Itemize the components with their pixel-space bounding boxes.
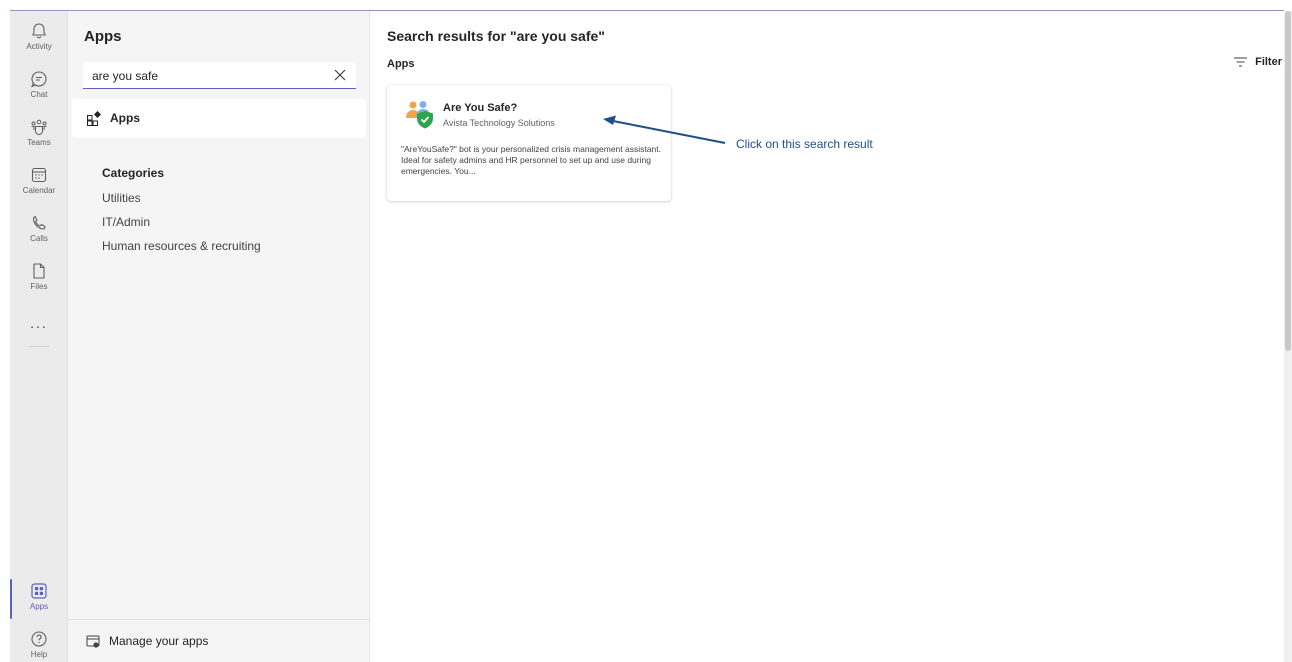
rail-label-files: Files: [30, 282, 48, 291]
rail-item-chat[interactable]: Chat: [10, 65, 68, 111]
manage-apps-icon: [86, 635, 100, 648]
category-human-resources[interactable]: Human resources & recruiting: [102, 239, 261, 253]
file-icon: [33, 263, 45, 279]
rail-label-help: Help: [30, 650, 48, 659]
rail-label-calls: Calls: [30, 234, 48, 243]
apps-add-icon: [87, 111, 102, 126]
more-apps-icon[interactable]: ...: [10, 315, 68, 331]
rail-item-help[interactable]: Help: [10, 625, 68, 662]
annotation-text: Click on this search result: [736, 137, 873, 151]
rail-item-calendar[interactable]: Calendar: [10, 161, 68, 207]
are-you-safe-app-icon: [406, 101, 433, 129]
filter-label: Filter: [1255, 56, 1282, 68]
teams-icon: [31, 119, 47, 135]
results-section-label: Apps: [387, 58, 415, 70]
panel-title: Apps: [84, 28, 122, 45]
manage-apps-button[interactable]: Manage your apps: [68, 619, 370, 662]
search-input[interactable]: [92, 67, 322, 84]
app-description: "AreYouSafe?" bot is your personalized c…: [401, 144, 661, 176]
phone-icon: [32, 215, 46, 230]
apps-nav-item[interactable]: Apps: [72, 99, 366, 138]
rail-label-teams: Teams: [27, 138, 51, 147]
manage-apps-label: Manage your apps: [109, 634, 209, 648]
bell-icon: [32, 23, 46, 39]
app-publisher: Avista Technology Solutions: [443, 118, 555, 128]
rail-item-apps[interactable]: Apps: [10, 577, 68, 623]
calendar-icon: [31, 167, 47, 183]
categories-heading: Categories: [102, 166, 165, 180]
apps-grid-icon: [31, 583, 47, 599]
rail-item-teams[interactable]: Teams: [10, 113, 68, 159]
results-title: Search results for "are you safe": [387, 28, 605, 44]
rail-label-activity: Activity: [26, 42, 52, 51]
close-icon[interactable]: [332, 67, 348, 83]
chat-icon: [31, 71, 47, 88]
search-box: [83, 62, 356, 89]
apps-side-panel: Apps Apps Categories Utilities IT/Admin …: [68, 11, 370, 662]
rail-label-apps: Apps: [29, 602, 49, 611]
search-results-area: Search results for "are you safe" Apps F…: [371, 11, 1284, 662]
filter-icon: [1234, 57, 1248, 67]
apps-nav-label: Apps: [110, 111, 140, 125]
rail-divider: [29, 346, 49, 347]
rail-item-calls[interactable]: Calls: [10, 209, 68, 255]
window-scrollbar[interactable]: [1284, 11, 1292, 662]
category-it-admin[interactable]: IT/Admin: [102, 215, 150, 229]
rail-item-activity[interactable]: Activity: [10, 17, 68, 63]
rail-item-files[interactable]: Files: [10, 257, 68, 303]
app-name: Are You Safe?: [443, 102, 518, 114]
category-utilities[interactable]: Utilities: [102, 191, 141, 205]
filter-button[interactable]: Filter: [1234, 56, 1282, 68]
scrollbar-thumb[interactable]: [1285, 11, 1291, 351]
rail-label-chat: Chat: [30, 90, 48, 99]
rail-label-calendar: Calendar: [22, 186, 56, 195]
annotation-arrow-icon: [603, 115, 726, 144]
app-rail: Activity Chat Teams Calendar Calls Files…: [10, 11, 68, 662]
help-icon: [31, 631, 47, 647]
